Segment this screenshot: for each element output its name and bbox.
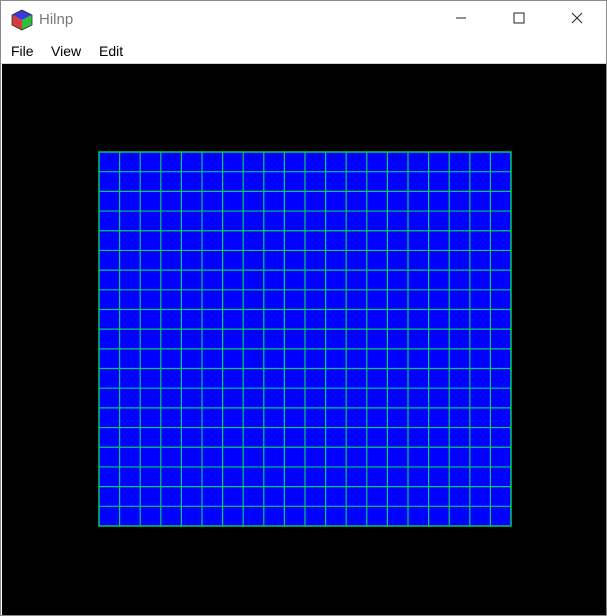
menu-file[interactable]: File bbox=[11, 43, 34, 59]
maximize-icon bbox=[513, 11, 525, 29]
menu-bar: File View Edit bbox=[1, 39, 606, 64]
minimize-button[interactable] bbox=[438, 1, 484, 39]
maximize-button[interactable] bbox=[496, 1, 542, 39]
close-icon bbox=[571, 11, 583, 29]
menu-edit[interactable]: Edit bbox=[99, 43, 123, 59]
app-window: Hilnp File View Edit bbox=[0, 0, 607, 616]
menu-view[interactable]: View bbox=[51, 43, 81, 59]
title-bar[interactable]: Hilnp bbox=[1, 1, 606, 39]
rgb-cube-icon bbox=[11, 9, 33, 31]
minimize-icon bbox=[455, 11, 467, 29]
close-button[interactable] bbox=[554, 1, 600, 39]
render-viewport[interactable] bbox=[2, 64, 606, 615]
mesh-grid bbox=[98, 151, 512, 527]
window-title: Hilnp bbox=[39, 11, 74, 28]
